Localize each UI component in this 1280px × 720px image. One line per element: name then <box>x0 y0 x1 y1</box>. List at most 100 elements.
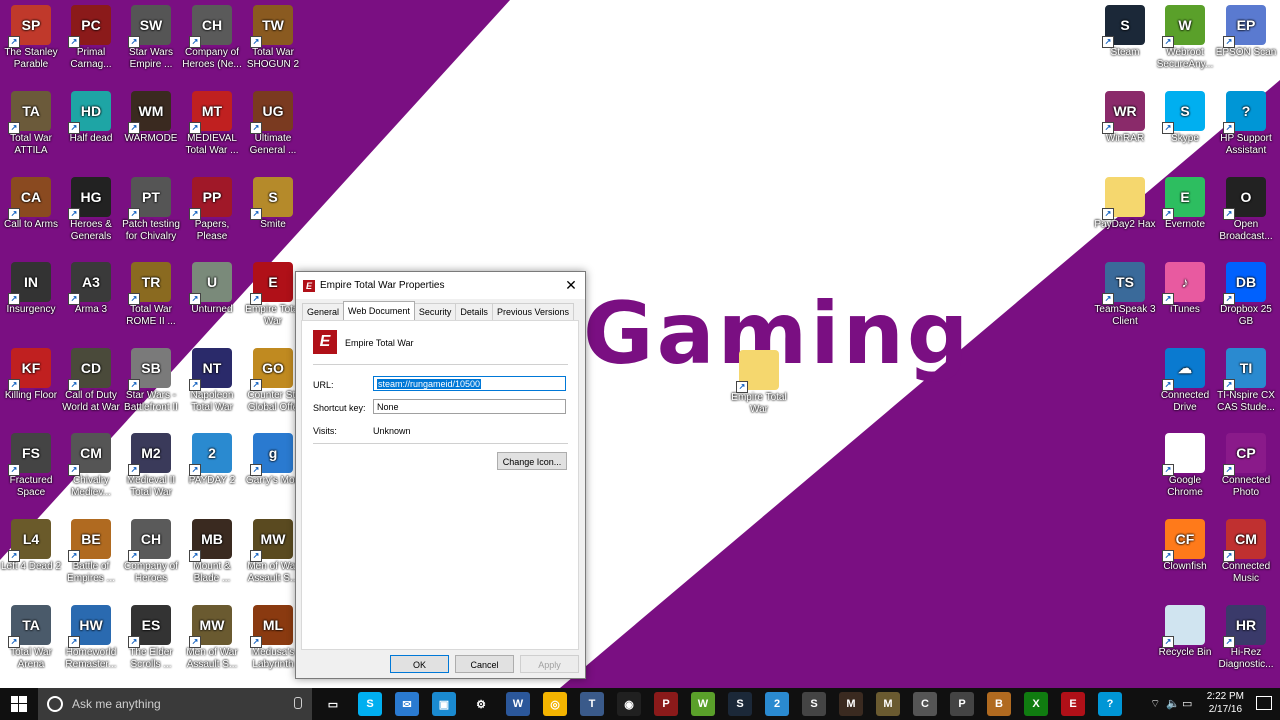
taskbar-hp-support-icon[interactable]: ? <box>1098 692 1122 716</box>
desktop-icon-smite[interactable]: S ↗ Smite <box>242 177 304 231</box>
tab-general[interactable]: General <box>302 303 345 320</box>
desktop-icon-left-4-dead-2[interactable]: L4 ↗ Left 4 Dead 2 <box>0 519 62 573</box>
taskbar-word-icon[interactable]: W <box>506 692 530 716</box>
cancel-button[interactable]: Cancel <box>455 655 514 673</box>
volume-icon[interactable]: 🔈 <box>1166 697 1180 710</box>
taskbar-payday2-icon[interactable]: 2 <box>765 692 789 716</box>
desktop-icon-payday2-hax[interactable]: ↗ PayDay2 Hax <box>1094 177 1156 231</box>
taskbar-xbox-icon[interactable]: X <box>1024 692 1048 716</box>
desktop-icon-warmode[interactable]: WM ↗ WARMODE <box>120 91 182 145</box>
desktop-icon-homeworld-remaster[interactable]: HW ↗ Homeworld Remaster... <box>60 605 122 671</box>
desktop-icon-hp-support-assistant[interactable]: ? ↗ HP Support Assistant <box>1215 91 1277 157</box>
network-icon[interactable]: ⌔ <box>1150 697 1160 711</box>
desktop-icon-chivalry-mediev[interactable]: CM ↗ Chivalry Mediev... <box>60 433 122 499</box>
desktop-icon-killing-floor[interactable]: KF ↗ Killing Floor <box>0 348 62 402</box>
desktop-icon-call-of-duty-world-at-war[interactable]: CD ↗ Call of Duty World at War <box>60 348 122 414</box>
desktop-icon-company-of-heroes-ne[interactable]: CH ↗ Company of Heroes (Ne... <box>181 5 243 71</box>
icon-glyph: ML <box>262 617 284 633</box>
desktop-icon-medieval-ii-total-war[interactable]: M2 ↗ Medieval II Total War <box>120 433 182 499</box>
taskbar-teamspeak-icon[interactable]: T <box>580 692 604 716</box>
desktop-icon-primal-carnag[interactable]: PC ↗ Primal Carnag... <box>60 5 122 71</box>
taskbar-webroot-icon[interactable]: W <box>691 692 715 716</box>
desktop-icon-webroot-secureany[interactable]: W ↗ Webroot SecureAny... <box>1154 5 1216 71</box>
desktop-icon-men-of-war-assault-s[interactable]: MW ↗ Men of War Assault S... <box>181 605 243 671</box>
desktop-icon-open-broadcast[interactable]: O ↗ Open Broadcast... <box>1215 177 1277 243</box>
taskbar-skype-icon[interactable]: S <box>358 692 382 716</box>
taskbar-photos-icon[interactable]: ▣ <box>432 692 456 716</box>
desktop-icon-star-wars-empire[interactable]: SW ↗ Star Wars Empire ... <box>120 5 182 71</box>
desktop-icon-arma-3[interactable]: A3 ↗ Arma 3 <box>60 262 122 316</box>
desktop-icon-company-of-heroes[interactable]: CH ↗ Company of Heroes <box>120 519 182 585</box>
desktop-icon-connected-music[interactable]: CM ↗ Connected Music <box>1215 519 1277 585</box>
desktop-icon-total-war-attila[interactable]: TA ↗ Total War ATTILA <box>0 91 62 157</box>
close-button[interactable]: ✕ <box>557 272 585 299</box>
desktop-icon-patch-testing-for-chivalry[interactable]: PT ↗ Patch testing for Chivalry <box>120 177 182 243</box>
desktop-icon-ti-nspire-cx-cas-stude[interactable]: TI ↗ TI-Nspire CX CAS Stude... <box>1215 348 1277 414</box>
desktop-icon-skype[interactable]: S ↗ Skype <box>1154 91 1216 145</box>
taskbar-mail-icon[interactable]: ✉ <box>395 692 419 716</box>
tab-details[interactable]: Details <box>455 303 493 320</box>
desktop-icon-payday-2[interactable]: 2 ↗ PAYDAY 2 <box>181 433 243 487</box>
desktop-icon-ultimate-general[interactable]: UG ↗ Ultimate General ... <box>242 91 304 157</box>
desktop-icon-half-dead[interactable]: HD ↗ Half dead <box>60 91 122 145</box>
desktop-icon-napoleon-total-war[interactable]: NT ↗ Napoleon Total War <box>181 348 243 414</box>
desktop-icon-fractured-space[interactable]: FS ↗ Fractured Space <box>0 433 62 499</box>
taskbar-patch-icon[interactable]: P <box>950 692 974 716</box>
desktop-icon-total-war-shogun-2[interactable]: TW ↗ Total War SHOGUN 2 <box>242 5 304 71</box>
keyboard-icon[interactable]: ▭ <box>1182 697 1192 710</box>
change-icon-button[interactable]: Change Icon... <box>497 452 567 470</box>
desktop-icon-google-chrome[interactable]: ↗ Google Chrome <box>1154 433 1216 499</box>
desktop-icon-itunes[interactable]: ♪ ↗ iTunes <box>1154 262 1216 316</box>
desktop-icon-connected-photo[interactable]: CP ↗ Connected Photo <box>1215 433 1277 499</box>
apply-button[interactable]: Apply <box>520 655 579 673</box>
taskbar-task-view-icon[interactable]: ▭ <box>321 692 345 716</box>
url-field[interactable]: steam://rungameid/10500 <box>373 376 566 391</box>
tab-security[interactable]: Security <box>413 303 457 320</box>
desktop-icon-teamspeak-3-client[interactable]: TS ↗ TeamSpeak 3 Client <box>1094 262 1156 328</box>
dragged-shortcut-empire-total-war[interactable]: ↗ Empire Total War <box>728 350 790 416</box>
desktop-icon-winrar[interactable]: WR ↗ WinRAR <box>1094 91 1156 145</box>
clock[interactable]: 2:22 PM 2/17/16 <box>1207 690 1244 716</box>
taskbar-chivalry-icon[interactable]: C <box>913 692 937 716</box>
taskbar-steam-icon[interactable]: S <box>728 692 752 716</box>
desktop-icon-epson-scan[interactable]: EP ↗ EPSON Scan <box>1215 5 1277 59</box>
desktop-icon-call-to-arms[interactable]: CA ↗ Call to Arms <box>0 177 62 231</box>
taskbar-battle-empires-icon[interactable]: B <box>987 692 1011 716</box>
desktop-icon-hi-rez-diagnostic[interactable]: HR ↗ Hi-Rez Diagnostic... <box>1215 605 1277 671</box>
desktop-icon-total-war-arena[interactable]: TA ↗ Total War Arena <box>0 605 62 671</box>
desktop-icon-the-elder-scrolls[interactable]: ES ↗ The Elder Scrolls ... <box>120 605 182 671</box>
notification-icon[interactable] <box>1256 696 1272 710</box>
desktop-icon-insurgency[interactable]: IN ↗ Insurgency <box>0 262 62 316</box>
desktop-icon-papers-please[interactable]: PP ↗ Papers, Please <box>181 177 243 243</box>
desktop-icon-evernote[interactable]: E ↗ Evernote <box>1154 177 1216 231</box>
desktop-icon-battle-of-empires[interactable]: BE ↗ Battle of Empires ... <box>60 519 122 585</box>
desktop-icon-recycle-bin[interactable]: ↗ Recycle Bin <box>1154 605 1216 659</box>
desktop-icon-unturned[interactable]: U ↗ Unturned <box>181 262 243 316</box>
shortcut-key-field[interactable]: None <box>373 399 566 414</box>
taskbar-chrome-icon[interactable]: ◎ <box>543 692 567 716</box>
desktop-icon-steam[interactable]: S ↗ Steam <box>1094 5 1156 59</box>
taskbar-primal-carnage-icon[interactable]: P <box>654 692 678 716</box>
taskbar-settings-icon[interactable]: ⚙ <box>469 692 493 716</box>
desktop-icon-the-stanley-parable[interactable]: SP ↗ The Stanley Parable <box>0 5 62 71</box>
microphone-icon[interactable] <box>294 697 302 709</box>
taskbar-mount-blade-icon[interactable]: M <box>839 692 863 716</box>
taskbar-obs-icon[interactable]: ◉ <box>617 692 641 716</box>
start-button[interactable] <box>0 688 38 720</box>
desktop-icon-clownfish[interactable]: CF ↗ Clownfish <box>1154 519 1216 573</box>
taskbar-men-of-war-icon[interactable]: M <box>876 692 900 716</box>
taskbar-empire-icon[interactable]: E <box>1061 692 1085 716</box>
tab-web-document[interactable]: Web Document <box>343 301 415 320</box>
desktop-icon-connected-drive[interactable]: ☁ ↗ Connected Drive <box>1154 348 1216 414</box>
desktop-icon-medieval-total-war[interactable]: MT ↗ MEDIEVAL Total War ... <box>181 91 243 157</box>
desktop-icon-dropbox-25-gb[interactable]: DB ↗ Dropbox 25 GB <box>1215 262 1277 328</box>
tab-previous-versions[interactable]: Previous Versions <box>491 303 574 320</box>
taskbar-star-wars-icon[interactable]: S <box>802 692 826 716</box>
desktop-icon-mount-blade[interactable]: MB ↗ Mount & Blade ... <box>181 519 243 585</box>
desktop-icon-star-wars-battlefront-ii[interactable]: SB ↗ Star Wars - Battlefront II <box>120 348 182 414</box>
desktop-icon-total-war-rome-ii[interactable]: TR ↗ Total War ROME II ... <box>120 262 182 328</box>
ok-button[interactable]: OK <box>390 655 449 673</box>
cortana-search-box[interactable]: Ask me anything <box>38 688 312 720</box>
dialog-titlebar[interactable]: E Empire Total War Properties ✕ <box>296 272 585 299</box>
desktop-icon-heroes-generals[interactable]: HG ↗ Heroes & Generals <box>60 177 122 243</box>
